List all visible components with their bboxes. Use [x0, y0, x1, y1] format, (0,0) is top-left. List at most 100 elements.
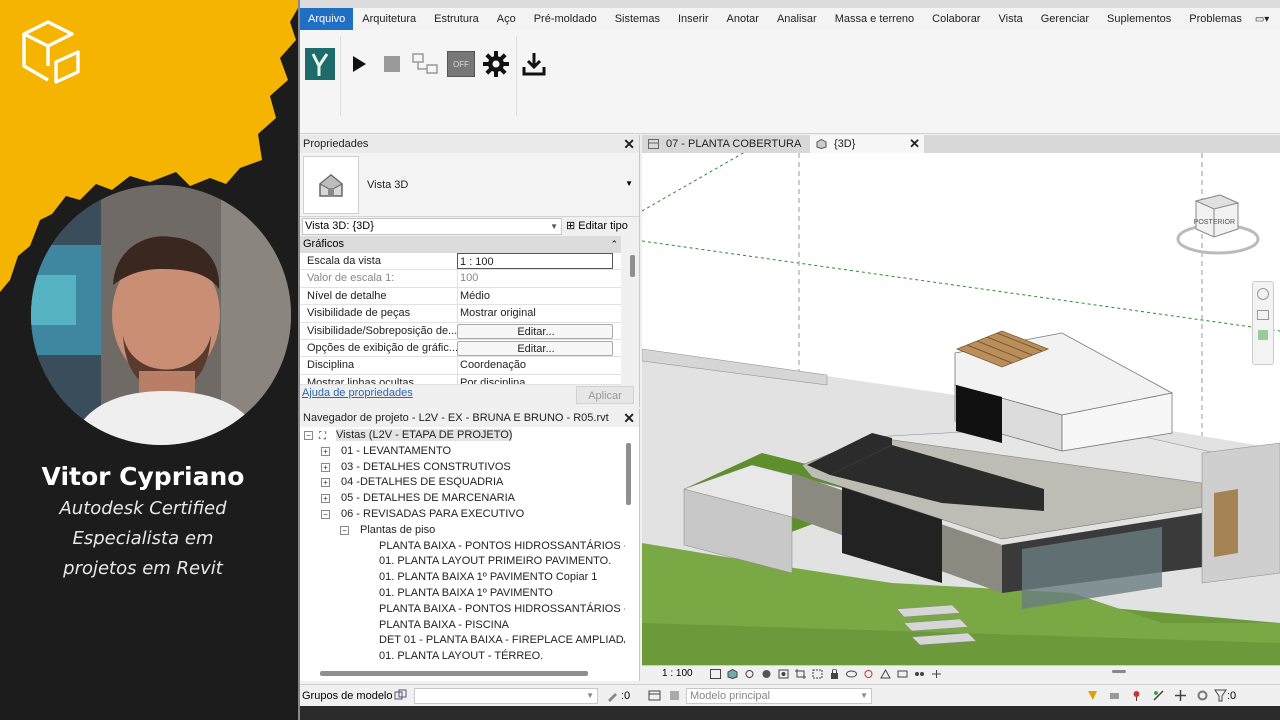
tree-view-item[interactable]: 01. PLANTA BAIXA 1º PAVIMENTO Copiar 1	[300, 570, 625, 586]
3d-view-canvas[interactable]: POSTERIOR	[642, 153, 1280, 665]
type-selector[interactable]: Vista 3D ▼	[300, 153, 639, 217]
analytical-model-icon[interactable]	[880, 669, 891, 679]
crop-region-icon[interactable]	[812, 669, 823, 679]
sun-path-icon[interactable]	[744, 669, 755, 679]
stop-icon[interactable]	[376, 48, 408, 80]
edit-type-button[interactable]: ⊞ Editar tipo	[566, 219, 628, 232]
browser-horizontal-scrollbar[interactable]	[320, 671, 588, 676]
tab-anotar[interactable]: Anotar	[718, 8, 768, 30]
tree-folder[interactable]: + 03 - DETALHES CONSTRUTIVOS	[300, 460, 625, 476]
tab-gerenciar[interactable]: Gerenciar	[1032, 8, 1098, 30]
expand-icon[interactable]: +	[321, 446, 330, 456]
design-option-select[interactable]: Modelo principal ▼	[686, 688, 872, 704]
lock-view-icon[interactable]	[829, 669, 840, 679]
tree-view-item[interactable]: PLANTA BAIXA - PONTOS HIDROSSANTÁRIOS - …	[300, 539, 625, 555]
select-links-icon[interactable]	[1086, 689, 1099, 702]
tree-folder[interactable]: − 06 - REVISADAS PARA EXECUTIVO	[300, 507, 625, 523]
apply-button[interactable]: Aplicar	[576, 386, 634, 404]
navigation-bar[interactable]	[1252, 281, 1274, 365]
tab-colaborar[interactable]: Colaborar	[923, 8, 989, 30]
filter-icon[interactable]	[1214, 689, 1227, 702]
tree-view-item[interactable]: DET 01 - PLANTA BAIXA - FIREPLACE AMPLIA…	[300, 633, 625, 649]
instance-selector[interactable]: Vista 3D: {3D} ▼	[302, 218, 562, 235]
tab-arquitetura[interactable]: Arquitetura	[353, 8, 425, 30]
detail-level-select[interactable]: Médio	[457, 287, 613, 305]
model-groups-icon[interactable]	[394, 689, 407, 702]
main-model-icon[interactable]	[668, 689, 681, 702]
vg-edit-button[interactable]: Editar...	[457, 323, 613, 339]
plugin-logo-icon[interactable]	[304, 48, 336, 80]
tab-suplementos[interactable]: Suplementos	[1098, 8, 1180, 30]
steering-wheel-icon[interactable]	[1257, 288, 1269, 300]
expand-icon[interactable]: +	[321, 462, 330, 472]
browser-scrollbar[interactable]	[626, 443, 631, 505]
view-scroll-handle[interactable]	[1112, 670, 1126, 673]
tab-estrutura[interactable]: Estrutura	[425, 8, 488, 30]
sequence-icon[interactable]	[410, 48, 442, 80]
reveal-hidden-icon[interactable]	[863, 669, 874, 679]
detail-level-icon[interactable]	[710, 669, 721, 679]
drag-elements-icon[interactable]	[1174, 689, 1187, 702]
select-underlay-icon[interactable]	[1108, 689, 1121, 702]
close-icon[interactable]: ✕	[623, 409, 635, 427]
gear-icon[interactable]	[480, 48, 512, 80]
view-scale-label[interactable]: 1 : 100	[662, 668, 693, 679]
highlight-displacement-icon[interactable]	[897, 669, 908, 679]
tab-massa-e-terreno[interactable]: Massa e terreno	[826, 8, 923, 30]
properties-scrollbar[interactable]	[630, 255, 635, 277]
tree-view-item[interactable]: PLANTA BAIXA - PONTOS HIDROSSANTÁRIOS - …	[300, 602, 625, 618]
shadows-icon[interactable]	[761, 669, 772, 679]
discipline-select[interactable]: Coordenação	[457, 357, 613, 375]
render-icon[interactable]	[778, 669, 789, 679]
collapse-icon[interactable]: −	[340, 525, 349, 535]
close-icon[interactable]: ✕	[623, 135, 635, 153]
model-groups-select[interactable]: ▼	[414, 688, 598, 704]
editable-only-icon[interactable]	[606, 689, 619, 702]
tree-subfolder[interactable]: − Plantas de piso	[300, 523, 625, 539]
tab-inserir[interactable]: Inserir	[669, 8, 718, 30]
close-icon[interactable]: ✕	[909, 135, 920, 153]
tree-view-item[interactable]: 01. PLANTA BAIXA 1º PAVIMENTO	[300, 586, 625, 602]
tree-view-item[interactable]: 01. PLANTA LAYOUT PRIMEIRO PAVIMENTO.	[300, 554, 625, 570]
group-header-graficos[interactable]: Gráficos ⌃	[300, 236, 621, 253]
toggle-off-icon[interactable]: OFF	[445, 48, 477, 80]
tree-view-item[interactable]: PLANTA BAIXA - PISCINA	[300, 618, 625, 634]
tree-folder[interactable]: + 01 - LEVANTAMENTO	[300, 444, 625, 460]
parts-visibility-select[interactable]: Mostrar original	[457, 305, 613, 323]
collapse-icon[interactable]: ⌃	[610, 236, 618, 253]
pan-icon[interactable]	[1258, 330, 1268, 340]
tree-folder[interactable]: + 04 -DETALHES DE ESQUADRIA	[300, 475, 625, 491]
download-icon[interactable]	[518, 48, 550, 80]
temporary-hide-icon[interactable]	[846, 669, 857, 679]
design-options-icon[interactable]	[648, 689, 661, 702]
tab-analisar[interactable]: Analisar	[768, 8, 826, 30]
properties-help-link[interactable]: Ajuda de propriedades	[302, 387, 413, 399]
play-icon[interactable]	[343, 48, 375, 80]
ribbon-options-icon[interactable]: ▭▾	[1255, 14, 1269, 25]
expand-icon[interactable]: +	[321, 478, 330, 488]
tree-folder[interactable]: + 05 - DETALHES DE MARCENARIA	[300, 491, 625, 507]
view-tab-planta-cobertura[interactable]: 07 - PLANTA COBERTURA	[642, 135, 810, 153]
expand-icon[interactable]: +	[321, 494, 330, 504]
select-pinned-icon[interactable]	[1130, 689, 1143, 702]
chevron-down-icon[interactable]: ▼	[625, 179, 633, 188]
view-tab-3d[interactable]: {3D} ✕	[810, 135, 924, 153]
reveal-constraints-icon[interactable]	[931, 669, 942, 679]
view-scale-input[interactable]: 1 : 100	[457, 253, 613, 269]
tab-aco[interactable]: Aço	[488, 8, 525, 30]
tab-vista[interactable]: Vista	[989, 8, 1031, 30]
select-by-face-icon[interactable]	[1152, 689, 1165, 702]
collapse-icon[interactable]: −	[321, 509, 330, 519]
worksharing-icon[interactable]	[914, 669, 925, 679]
crop-view-icon[interactable]	[795, 669, 806, 679]
visual-style-icon[interactable]	[727, 669, 738, 679]
tree-root[interactable]: − ⛶ Vistas (L2V - ETAPA DE PROJETO)	[300, 428, 625, 444]
graphic-display-edit-button[interactable]: Editar...	[457, 340, 613, 356]
collapse-icon[interactable]: −	[304, 431, 313, 440]
tab-problemas[interactable]: Problemas	[1180, 8, 1251, 30]
zoom-icon[interactable]	[1257, 310, 1269, 320]
tab-arquivo[interactable]: Arquivo	[300, 8, 354, 30]
tab-pre-moldado[interactable]: Pré-moldado	[525, 8, 606, 30]
tab-sistemas[interactable]: Sistemas	[606, 8, 669, 30]
settings-gear-icon[interactable]	[1196, 689, 1209, 702]
